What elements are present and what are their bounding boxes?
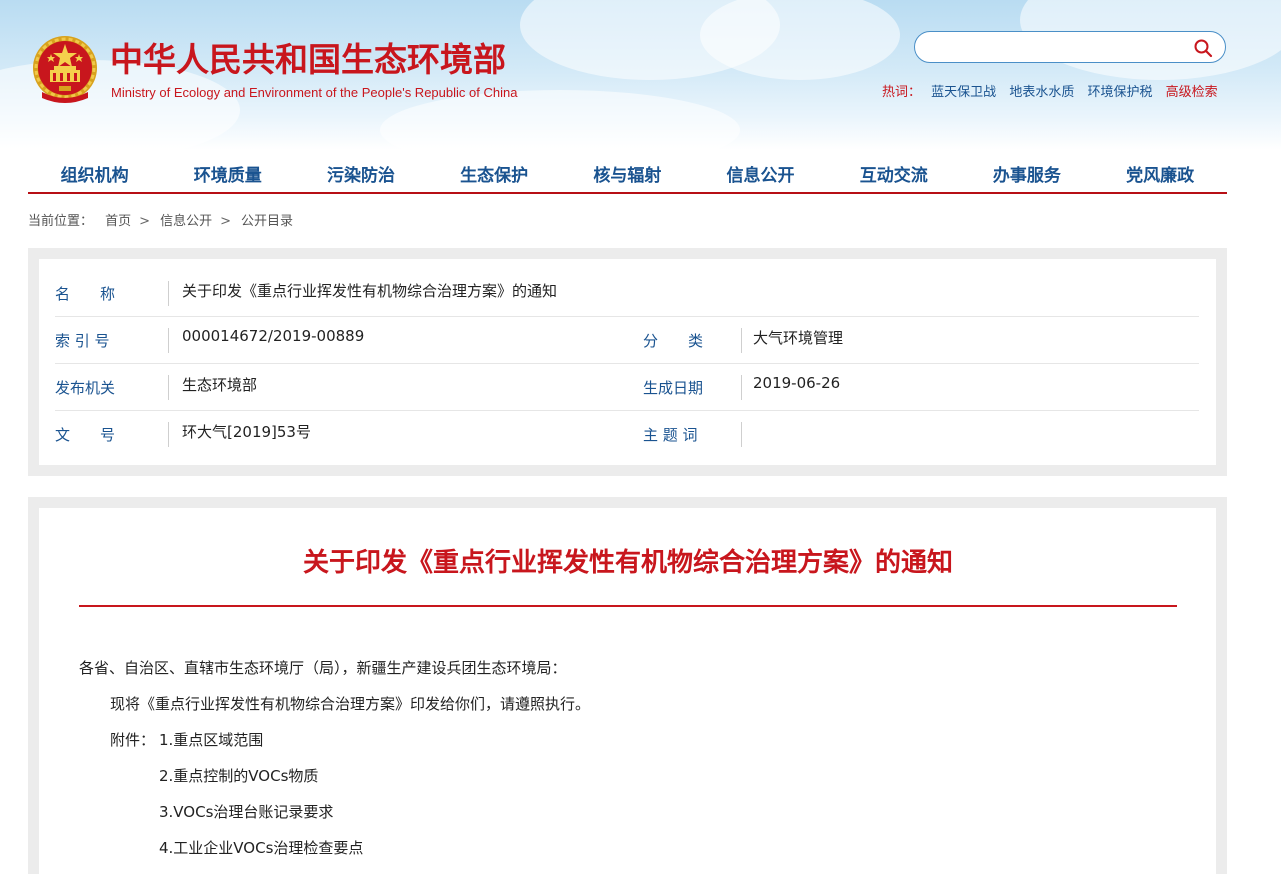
meta-label-name: 名 称 [55,285,116,303]
meta-label-topic: 主 题 词 [643,426,698,444]
search-box [914,31,1226,63]
meta-row-name: 名 称 关于印发《重点行业挥发性有机物综合治理方案》的通知 [55,269,1199,317]
nav-item-ecological-protection[interactable]: 生态保护 [428,158,561,192]
nav-item-organization[interactable]: 组织机构 [28,158,161,192]
hot-word-link[interactable]: 地表水水质 [1009,85,1074,100]
hot-words: 热词： 蓝天保卫战 地表水水质 环境保护税 高级检索 [882,81,1218,100]
nav-item-information-disclosure[interactable]: 信息公开 [694,158,827,192]
national-emblem-logo[interactable] [30,34,100,106]
article-body: 关于印发《重点行业挥发性有机物综合治理方案》的通知 各省、自治区、直辖市生态环境… [39,508,1216,888]
document-meta-panel: 名 称 关于印发《重点行业挥发性有机物综合治理方案》的通知 索 引 号 0000… [28,248,1227,476]
site-title: 中华人民共和国生态环境部 [110,40,506,79]
search-input[interactable] [929,37,1183,59]
meta-divider [168,281,169,306]
attachment-item[interactable]: 3.VOCs治理台账记录要求 [159,801,333,822]
meta-label-issuer: 发布机关 [55,379,116,397]
meta-label-category: 分 类 [643,332,704,350]
breadcrumb-home-link[interactable]: 首页 [105,214,131,229]
meta-row-index: 索 引 号 000014672/2019-00889 分 类 大气环境管理 [55,316,1199,364]
article-panel: 关于印发《重点行业挥发性有机物综合治理方案》的通知 各省、自治区、直辖市生态环境… [28,497,1227,888]
meta-divider [741,328,742,353]
meta-value-index: 000014672/2019-00889 [182,327,365,345]
attachment-item[interactable]: 2.重点控制的VOCs物质 [159,765,318,786]
breadcrumb: 当前位置： 首页 > 信息公开 > 公开目录 [28,210,293,229]
hot-words-label: 热词： [882,85,922,100]
meta-value-doc-number: 环大气[2019]53号 [182,423,311,441]
meta-label-date: 生成日期 [643,379,704,397]
nav-item-integrity[interactable]: 党风廉政 [1094,158,1227,192]
site-subtitle: Ministry of Ecology and Environment of t… [111,85,518,100]
meta-value-name: 关于印发《重点行业挥发性有机物综合治理方案》的通知 [182,282,558,300]
document-meta-table: 名 称 关于印发《重点行业挥发性有机物综合治理方案》的通知 索 引 号 0000… [39,259,1216,465]
nav-item-interaction[interactable]: 互动交流 [827,158,960,192]
meta-divider [741,375,742,400]
meta-label-index: 索 引 号 [55,332,110,350]
meta-value-issuer: 生态环境部 [182,376,258,394]
breadcrumb-separator: > [139,214,151,229]
article-salutation: 各省、自治区、直辖市生态环境厅（局），新疆生产建设兵团生态环境局： [79,659,567,677]
meta-divider [168,328,169,353]
attachments-label: 附件： [110,731,156,749]
hot-word-link[interactable]: 蓝天保卫战 [931,85,996,100]
meta-label-doc-number: 文 号 [55,426,116,444]
meta-divider [168,375,169,400]
attachment-item[interactable]: 1.重点区域范围 [159,729,263,750]
main-nav: 组织机构 环境质量 污染防治 生态保护 核与辐射 信息公开 互动交流 办事服务 … [28,158,1227,194]
meta-value-category: 大气环境管理 [753,329,844,347]
nav-item-services[interactable]: 办事服务 [960,158,1093,192]
advanced-search-link[interactable]: 高级检索 [1166,85,1218,100]
meta-divider [168,422,169,447]
search-icon[interactable] [1193,38,1213,58]
breadcrumb-info-link[interactable]: 信息公开 [160,214,212,229]
site-header: 中华人民共和国生态环境部 Ministry of Ecology and Env… [0,0,1281,150]
breadcrumb-label: 当前位置： [28,214,94,229]
article-title: 关于印发《重点行业挥发性有机物综合治理方案》的通知 [302,548,953,578]
meta-row-issuer: 发布机关 生态环境部 生成日期 2019-06-26 [55,363,1199,411]
nav-item-nuclear-radiation[interactable]: 核与辐射 [561,158,694,192]
article-body-text: 现将《重点行业挥发性有机物综合治理方案》印发给你们，请遵照执行。 [110,695,591,713]
meta-row-doc-number: 文 号 环大气[2019]53号 主 题 词 [55,410,1199,457]
breadcrumb-separator: > [220,214,231,229]
title-divider [79,605,1177,607]
breadcrumb-catalog-link[interactable]: 公开目录 [241,214,293,229]
meta-divider [741,422,742,447]
nav-item-pollution-control[interactable]: 污染防治 [294,158,427,192]
meta-value-date: 2019-06-26 [753,374,841,392]
nav-item-environment-quality[interactable]: 环境质量 [161,158,294,192]
hot-word-link[interactable]: 环境保护税 [1087,85,1152,100]
attachment-item[interactable]: 4.工业企业VOCs治理检查要点 [159,837,363,858]
